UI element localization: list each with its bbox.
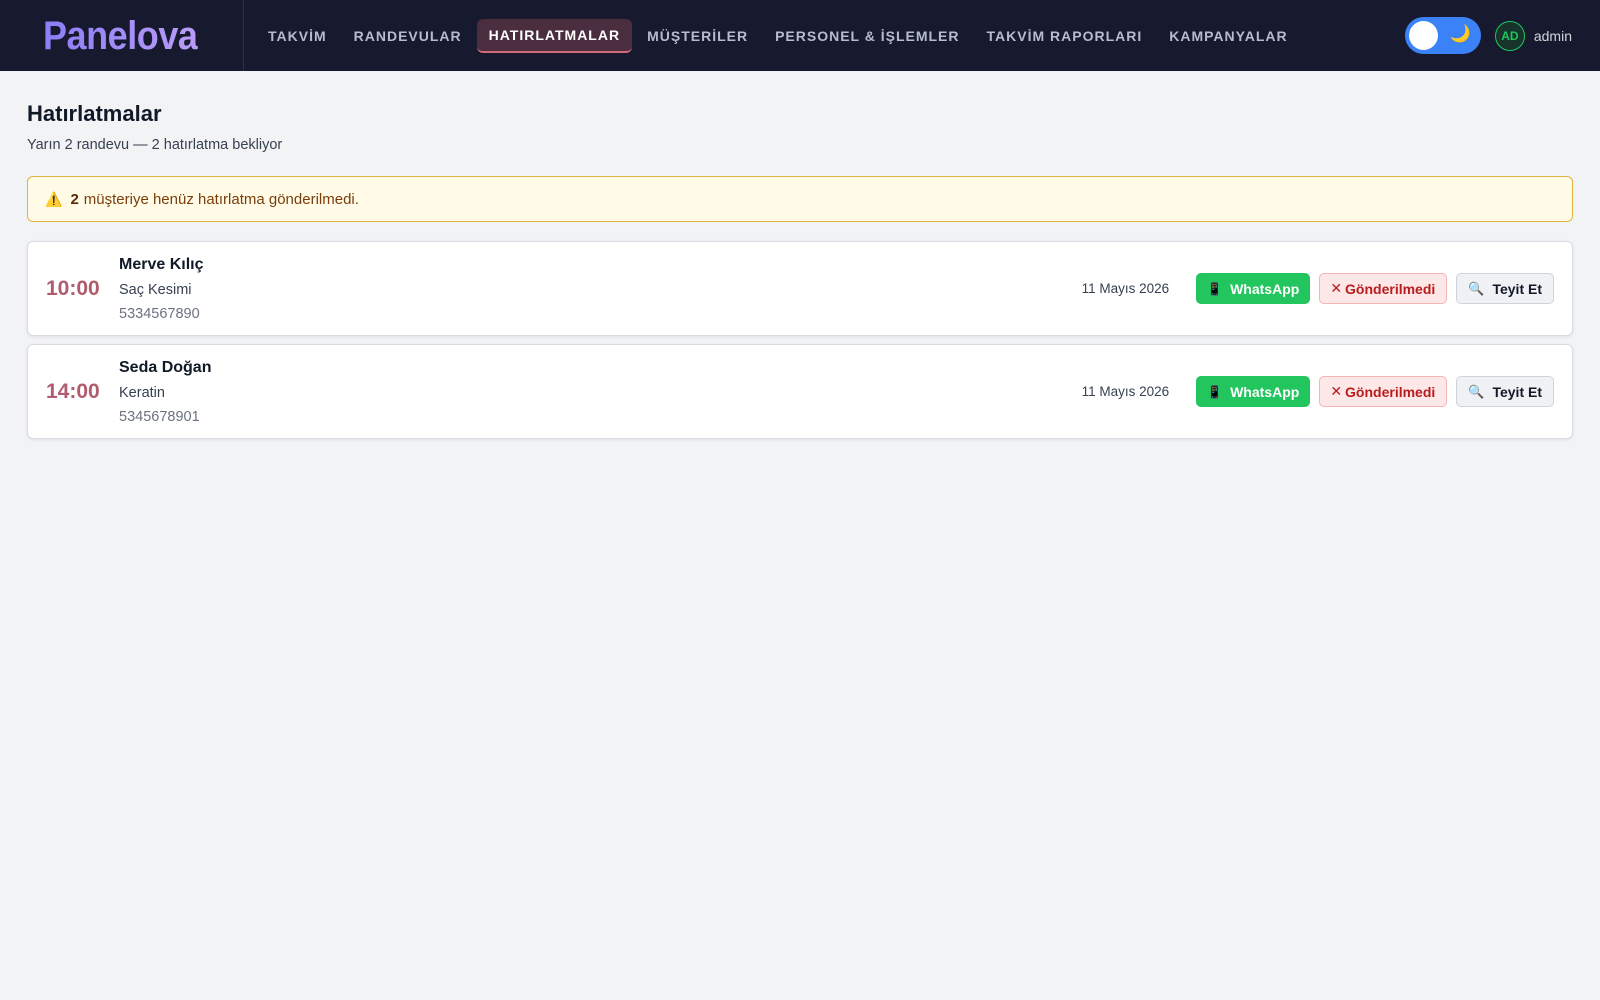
whatsapp-button[interactable]: 📱 WhatsApp [1196,376,1311,407]
tab-takvim-raporlari[interactable]: TAKVİM RAPORLARI [975,20,1155,52]
confirm-label: Teyit Et [1492,280,1542,297]
search-icon: 🔍 [1468,383,1485,399]
confirm-button[interactable]: 🔍 Teyit Et [1456,376,1554,407]
logo-area: Panelova [0,0,244,71]
customer-name: Merve Kılıç [119,255,204,273]
tab-kampanyalar[interactable]: KAMPANYALAR [1157,20,1299,52]
status-label: Gönderilmedi [1345,383,1436,400]
toggle-knob [1408,21,1438,50]
warning-icon: ⚠️ [45,190,63,207]
alert-message: müşteriye henüz hatırlatma gönderilmedi. [83,190,359,208]
customer-phone: 5345678901 [119,408,200,425]
appointment-date: 11 Mayıs 2026 [1081,281,1170,296]
main-content: Hatırlatmalar Yarın 2 randevu — 2 hatırl… [27,71,1573,439]
whatsapp-label: WhatsApp [1230,383,1300,400]
close-icon: ✕ [1330,280,1343,296]
tab-takvim[interactable]: TAKVİM [256,20,339,52]
status-badge: ✕ Gönderilmedi [1319,273,1448,304]
theme-toggle[interactable]: 🌙 [1404,17,1481,54]
whatsapp-button[interactable]: 📱 WhatsApp [1196,273,1311,304]
phone-icon: 📱 [1207,281,1223,296]
customer-info: Seda Doğan Keratin 5345678901 [119,359,211,425]
appointment-date: 11 Mayıs 2026 [1081,384,1170,399]
customer-phone: 5334567890 [119,305,200,322]
status-label: Gönderilmedi [1345,280,1436,297]
moon-icon: 🌙 [1449,24,1471,43]
page-title: Hatırlatmalar [27,101,162,126]
confirm-label: Teyit Et [1492,383,1542,400]
phone-icon: 📱 [1207,384,1223,399]
appointment-time: 14:00 [46,379,100,403]
tab-musteriler[interactable]: MÜŞTERİLER [635,20,760,52]
service-name: Keratin [119,384,165,401]
pending-reminder-alert: ⚠️ 2 müşteriye henüz hatırlatma gönderil… [27,176,1573,222]
brand-logo[interactable]: Panelova [43,16,198,56]
reminder-actions: 11 Mayıs 2026 📱 WhatsApp ✕ Gönderilmedi … [1082,242,1554,335]
confirm-button[interactable]: 🔍 Teyit Et [1456,273,1554,304]
status-badge: ✕ Gönderilmedi [1319,376,1448,407]
reminder-card: 14:00 Seda Doğan Keratin 5345678901 11 M… [27,344,1573,439]
page-subtitle: Yarın 2 randevu — 2 hatırlatma bekliyor [27,137,283,153]
avatar[interactable]: AD [1494,20,1525,51]
whatsapp-label: WhatsApp [1230,280,1300,297]
service-name: Saç Kesimi [119,281,192,298]
customer-info: Merve Kılıç Saç Kesimi 5334567890 [119,256,203,322]
customer-name: Seda Doğan [119,358,212,376]
alert-count: 2 [70,190,79,208]
tab-randevular[interactable]: RANDEVULAR [342,20,474,52]
tab-hatirlatmalar[interactable]: HATIRLATMALAR [476,18,633,53]
top-navbar: Panelova TAKVİM RANDEVULAR HATIRLATMALAR… [0,0,1600,71]
main-nav: TAKVİM RANDEVULAR HATIRLATMALAR MÜŞTERİL… [244,0,1303,71]
tab-personel-islemler[interactable]: PERSONEL & İŞLEMLER [763,20,971,52]
reminder-card: 10:00 Merve Kılıç Saç Kesimi 5334567890 … [27,241,1573,336]
reminder-actions: 11 Mayıs 2026 📱 WhatsApp ✕ Gönderilmedi … [1082,345,1554,438]
appointment-time: 10:00 [46,276,100,300]
user-area: 🌙 AD admin [1404,0,1572,71]
close-icon: ✕ [1330,383,1343,399]
username[interactable]: admin [1534,28,1572,44]
search-icon: 🔍 [1468,280,1485,296]
